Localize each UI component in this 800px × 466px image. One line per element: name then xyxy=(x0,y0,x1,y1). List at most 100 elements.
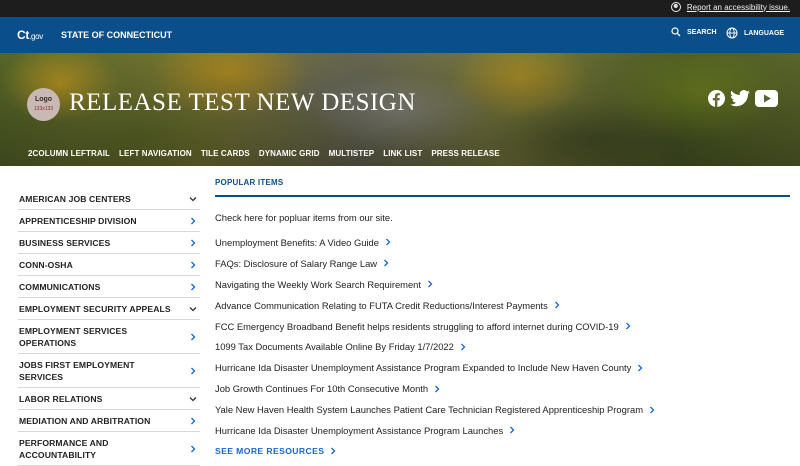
popular-link-label: Yale New Haven Health System Launches Pa… xyxy=(215,404,644,416)
sidebar-item-label: JOBS FIRST EMPLOYMENT SERVICES xyxy=(19,360,135,382)
sidebar-item[interactable]: MEDIATION AND ARBITRATION xyxy=(18,410,200,432)
popular-link[interactable]: Navigating the Weekly Work Search Requir… xyxy=(215,274,790,295)
accessibility-icon: ☻ xyxy=(670,2,681,12)
popular-link[interactable]: Yale New Haven Health System Launches Pa… xyxy=(215,399,790,420)
chevron-right-icon[interactable] xyxy=(189,217,197,225)
sidebar-item[interactable]: JOBS FIRST EMPLOYMENT SERVICES xyxy=(18,354,200,388)
sidebar-item-label: EMPLOYMENT SERVICES OPERATIONS xyxy=(19,326,128,348)
subnav-item[interactable]: LINK LIST xyxy=(383,149,422,158)
hero-subnav: 2COLUMN LEFTRAIL LEFT NAVIGATION TILE CA… xyxy=(28,149,500,158)
chevron-right-icon[interactable] xyxy=(189,445,197,453)
chevron-right-icon[interactable] xyxy=(189,239,197,247)
hero-banner: Logo 133x133 RELEASE TEST NEW DESIGN 2CO… xyxy=(0,53,800,166)
sidebar-item-label: APPRENTICESHIP DIVISION xyxy=(19,216,137,226)
agency-logo[interactable]: Logo 133x133 xyxy=(27,88,60,121)
ct-logo-text: Ct xyxy=(17,28,30,42)
left-navigation: AMERICAN JOB CENTERS APPRENTICESHIP DIVIS… xyxy=(18,188,200,466)
sidebar-item[interactable]: APPRENTICESHIP DIVISION xyxy=(18,210,200,232)
chevron-right-icon xyxy=(434,385,440,393)
sidebar-item[interactable]: CONN-OSHA xyxy=(18,254,200,276)
main-content: POPULAR ITEMS Check here for popluar ite… xyxy=(215,178,790,456)
intro-text: Check here for popluar items from our si… xyxy=(215,212,393,223)
chevron-down-icon[interactable] xyxy=(189,305,197,313)
sidebar-item-label: LABOR RELATIONS xyxy=(19,394,103,404)
sidebar-item-label: AMERICAN JOB CENTERS xyxy=(19,194,131,204)
popular-link-label: Hurricane Ida Disaster Unemployment Assi… xyxy=(215,424,504,436)
twitter-icon[interactable] xyxy=(730,90,750,112)
popular-link[interactable]: Job Growth Continues For 10th Consecutiv… xyxy=(215,378,790,399)
search-button[interactable]: SEARCH xyxy=(671,27,717,37)
chevron-down-icon[interactable] xyxy=(189,395,197,403)
sidebar-item[interactable]: BUSINESS SERVICES xyxy=(18,232,200,254)
popular-link[interactable]: 1099 Tax Documents Available Online By F… xyxy=(215,336,790,357)
popular-link-label: Hurricane Ida Disaster Unemployment Assi… xyxy=(215,362,632,374)
search-icon xyxy=(671,27,681,37)
chevron-right-icon[interactable] xyxy=(189,367,197,375)
subnav-item[interactable]: MULTISTEP xyxy=(329,149,375,158)
chevron-down-icon[interactable] xyxy=(189,195,197,203)
gov-logo-text: .gov xyxy=(29,32,43,41)
popular-link-label: FAQs: Disclosure of Salary Range Law xyxy=(215,257,378,269)
popular-link[interactable]: Hurricane Ida Disaster Unemployment Assi… xyxy=(215,357,790,378)
popular-link[interactable]: Advance Communication Relating to FUTA C… xyxy=(215,295,790,316)
subnav-item[interactable]: TILE CARDS xyxy=(201,149,250,158)
sidebar-item[interactable]: EMPLOYMENT SECURITY APPEALS xyxy=(18,298,200,320)
popular-link[interactable]: Hurricane Ida Disaster Unemployment Assi… xyxy=(215,420,790,441)
chevron-right-icon[interactable] xyxy=(189,417,197,425)
sidebar-item-label: EMPLOYMENT SECURITY APPEALS xyxy=(19,304,171,314)
sidebar-item-label: MEDIATION AND ARBITRATION xyxy=(19,416,151,426)
popular-link-label: Advance Communication Relating to FUTA C… xyxy=(215,299,548,311)
popular-link-label: Navigating the Weekly Work Search Requir… xyxy=(215,278,421,290)
sidebar-item[interactable]: AMERICAN JOB CENTERS xyxy=(18,188,200,210)
facebook-icon[interactable] xyxy=(708,90,725,112)
chevron-right-icon xyxy=(427,280,433,288)
chevron-right-icon xyxy=(625,322,631,330)
chevron-right-icon[interactable] xyxy=(189,333,197,341)
search-label: SEARCH xyxy=(687,28,717,36)
popular-link[interactable]: Unemployment Benefits: A Video Guide xyxy=(215,232,790,253)
popular-link-label: Unemployment Benefits: A Video Guide xyxy=(215,236,379,248)
sidebar-item[interactable]: EMPLOYMENT SERVICES OPERATIONS xyxy=(18,320,200,354)
chevron-right-icon xyxy=(509,426,515,434)
social-links xyxy=(708,90,778,112)
subnav-item[interactable]: 2COLUMN LEFTRAIL xyxy=(28,149,110,158)
popular-link[interactable]: FAQs: Disclosure of Salary Range Law xyxy=(215,253,790,274)
subnav-item[interactable]: LEFT NAVIGATION xyxy=(119,149,192,158)
logo-text: Logo xyxy=(34,96,53,103)
state-name[interactable]: STATE OF CONNECTICUT xyxy=(61,30,172,40)
chevron-right-icon xyxy=(385,238,391,246)
accessibility-link[interactable]: Report an accessibility issue. xyxy=(687,3,790,12)
section-divider xyxy=(215,195,790,197)
page-title: RELEASE TEST NEW DESIGN xyxy=(69,89,416,116)
popular-link[interactable]: FCC Emergency Broadband Benefit helps re… xyxy=(215,316,790,337)
sidebar-item-label: PERFORMANCE AND ACCOUNTABILITY xyxy=(19,438,109,460)
chevron-right-icon[interactable] xyxy=(189,283,197,291)
chevron-right-icon xyxy=(460,343,466,351)
section-title: POPULAR ITEMS xyxy=(215,178,284,187)
ct-gov-logo[interactable]: Ct.gov xyxy=(17,28,43,42)
globe-icon xyxy=(726,27,738,39)
popular-links: Unemployment Benefits: A Video Guide FAQs… xyxy=(215,232,790,441)
utility-bar: ☻ Report an accessibility issue. xyxy=(0,0,800,17)
sidebar-item[interactable]: PERFORMANCE AND ACCOUNTABILITY xyxy=(18,432,200,466)
popular-link-label: Job Growth Continues For 10th Consecutiv… xyxy=(215,383,429,395)
sidebar-item-label: CONN-OSHA xyxy=(19,260,73,270)
popular-link-label: FCC Emergency Broadband Benefit helps re… xyxy=(215,320,619,332)
site-header: Ct.gov STATE OF CONNECTICUT SEARCH LANGU… xyxy=(0,17,800,53)
chevron-right-icon xyxy=(330,447,336,455)
subnav-item[interactable]: PRESS RELEASE xyxy=(431,149,499,158)
see-more-resources-link[interactable]: SEE MORE RESOURCES xyxy=(215,446,790,456)
chevron-right-icon xyxy=(383,259,389,267)
chevron-right-icon xyxy=(649,406,655,414)
accessibility-report[interactable]: ☻ Report an accessibility issue. xyxy=(670,2,790,12)
sidebar-item-label: BUSINESS SERVICES xyxy=(19,238,111,248)
sidebar-item-label: COMMUNICATIONS xyxy=(19,282,101,292)
youtube-icon[interactable] xyxy=(755,90,778,112)
sidebar-item[interactable]: COMMUNICATIONS xyxy=(18,276,200,298)
logo-size-text: 133x133 xyxy=(33,106,54,112)
chevron-right-icon xyxy=(637,364,643,372)
chevron-right-icon[interactable] xyxy=(189,261,197,269)
language-button[interactable]: LANGUAGE xyxy=(726,27,784,39)
sidebar-item[interactable]: LABOR RELATIONS xyxy=(18,388,200,410)
subnav-item[interactable]: DYNAMIC GRID xyxy=(259,149,320,158)
